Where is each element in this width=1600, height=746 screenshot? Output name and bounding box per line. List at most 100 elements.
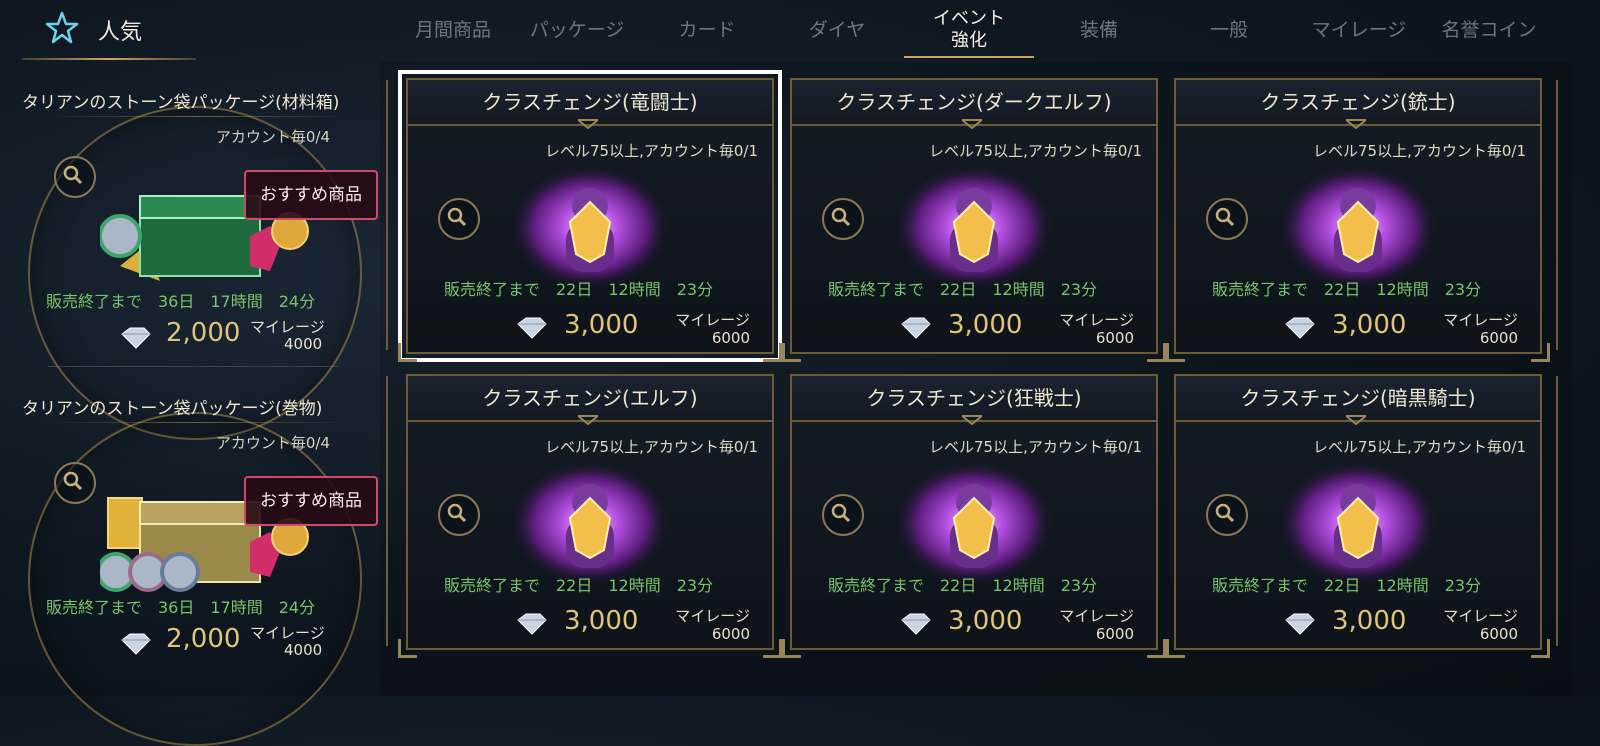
corner-ornament — [1147, 639, 1166, 658]
tab-mileage[interactable]: マイレージ — [1294, 0, 1424, 60]
card-title: クラスチェンジ(竜闘士) — [408, 80, 772, 130]
corner-ornament — [1531, 343, 1550, 362]
card-requirement: レベル75以上,アカウント毎0/1 — [1313, 438, 1526, 456]
class-emblem-icon — [892, 163, 1056, 291]
ornament-icon — [578, 119, 598, 130]
magnifier-icon — [447, 207, 467, 227]
class-emblem-icon — [1276, 163, 1440, 291]
mileage-value: 6000 — [1095, 329, 1134, 347]
diamond-icon — [901, 317, 931, 339]
product-card[interactable]: クラスチェンジ(竜闘士) レベル75以上,アカウント毎0/1 販売終了まで 22… — [398, 70, 782, 362]
card-title: クラスチェンジ(暗黒騎士) — [1176, 376, 1540, 426]
diamond-icon — [1285, 317, 1315, 339]
card-title: クラスチェンジ(銃士) — [1176, 80, 1540, 130]
product-card[interactable]: クラスチェンジ(エルフ) レベル75以上,アカウント毎0/1 販売終了まで 22… — [398, 374, 782, 658]
corner-ornament — [398, 343, 417, 362]
class-emblem-icon — [508, 163, 672, 291]
mileage-label: マイレージ — [1443, 607, 1518, 625]
magnifier-icon — [63, 471, 83, 491]
tab-monthly[interactable]: 月間商品 — [388, 0, 518, 60]
zoom-button[interactable] — [438, 198, 480, 240]
tab-honor-coin[interactable]: 名誉コイン — [1424, 0, 1554, 60]
price: 2,000 — [166, 318, 241, 348]
zoom-button[interactable] — [54, 156, 96, 198]
ornament-icon — [1346, 415, 1366, 426]
tab-package[interactable]: パッケージ — [512, 0, 642, 60]
ornament-icon — [1346, 119, 1366, 130]
price: 3,000 — [948, 310, 1023, 340]
sale-timer: 販売終了まで 36日 17時間 24分 — [46, 292, 316, 311]
card-requirement: レベル75以上,アカウント毎0/1 — [1313, 142, 1526, 160]
ornament-icon — [962, 415, 982, 426]
sale-timer: 販売終了まで 22日 12時間 23分 — [1212, 576, 1482, 595]
mileage-value: 6000 — [1479, 329, 1518, 347]
magnifier-icon — [63, 165, 83, 185]
magnifier-icon — [1215, 503, 1235, 523]
diamond-icon — [517, 613, 547, 635]
corner-ornament — [782, 343, 801, 362]
price: 3,000 — [1332, 310, 1407, 340]
card-title-text: クラスチェンジ(ダークエルフ) — [836, 90, 1112, 114]
class-emblem-icon — [1276, 459, 1440, 587]
title-divider — [48, 116, 348, 117]
mileage-label: マイレージ — [1443, 311, 1518, 329]
sale-timer: 販売終了まで 22日 12時間 23分 — [828, 280, 1098, 299]
zoom-button[interactable] — [438, 494, 480, 536]
sale-timer: 販売終了まで 22日 12時間 23分 — [444, 576, 714, 595]
corner-ornament — [398, 639, 417, 658]
card-requirement: レベル75以上,アカウント毎0/1 — [929, 142, 1142, 160]
diamond-icon — [1285, 613, 1315, 635]
zoom-button[interactable] — [822, 494, 864, 536]
mileage-label: マイレージ — [250, 318, 325, 336]
class-emblem-icon — [892, 459, 1056, 587]
popular-label: 人気 — [98, 20, 143, 45]
mileage-label: マイレージ — [675, 607, 750, 625]
price: 2,000 — [166, 624, 241, 654]
card-title: クラスチェンジ(エルフ) — [408, 376, 772, 426]
mileage-label: マイレージ — [250, 624, 325, 642]
mileage-value: 6000 — [711, 329, 750, 347]
featured-item[interactable]: タリアンのストーン袋パッケージ(巻物) アカウント毎0/4 おすすめ商品 販売終… — [18, 376, 378, 746]
product-card[interactable]: クラスチェンジ(暗黒騎士) レベル75以上,アカウント毎0/1 販売終了まで 2… — [1166, 374, 1550, 658]
mileage-value: 6000 — [1479, 625, 1518, 643]
price-row: 2,000 マイレージ 4000 — [18, 316, 370, 360]
corner-ornament — [782, 639, 801, 658]
mileage-value: 4000 — [284, 641, 323, 659]
zoom-button[interactable] — [822, 198, 864, 240]
card-requirement: レベル75以上,アカウント毎0/1 — [545, 142, 758, 160]
card-title-text: クラスチェンジ(銃士) — [1260, 90, 1456, 114]
star-icon — [45, 11, 79, 44]
featured-panel: タリアンのストーン袋パッケージ(材料箱) アカウント毎0/4 おすすめ商品 販売… — [18, 70, 378, 746]
corner-ornament — [1147, 343, 1166, 362]
card-requirement: レベル75以上,アカウント毎0/1 — [545, 438, 758, 456]
tab-diamond[interactable]: ダイヤ — [772, 0, 902, 60]
corner-ornament — [1166, 639, 1185, 658]
diamond-icon — [121, 633, 151, 655]
card-title-text: クラスチェンジ(竜闘士) — [482, 90, 698, 114]
zoom-button[interactable] — [1206, 198, 1248, 240]
tab-card[interactable]: カード — [642, 0, 772, 60]
scroll-edge — [1556, 376, 1564, 646]
sale-timer: 販売終了まで 36日 17時間 24分 — [46, 598, 316, 617]
tab-general[interactable]: 一般 — [1164, 0, 1294, 60]
product-card[interactable]: クラスチェンジ(狂戦士) レベル75以上,アカウント毎0/1 販売終了まで 22… — [782, 374, 1166, 658]
mileage-label: マイレージ — [1059, 311, 1134, 329]
popular-tab[interactable]: 人気 — [22, 0, 196, 60]
card-title: クラスチェンジ(ダークエルフ) — [792, 80, 1156, 130]
card-title-text: クラスチェンジ(狂戦士) — [866, 386, 1082, 410]
tab-event-enhance[interactable]: イベント 強化 — [904, 0, 1034, 60]
ornament-icon — [962, 119, 982, 130]
class-emblem-icon — [508, 459, 672, 587]
mileage-value: 6000 — [1095, 625, 1134, 643]
magnifier-icon — [831, 207, 851, 227]
zoom-button[interactable] — [54, 462, 96, 504]
tab-equipment[interactable]: 装備 — [1034, 0, 1164, 60]
product-card[interactable]: クラスチェンジ(銃士) レベル75以上,アカウント毎0/1 販売終了まで 22日… — [1166, 78, 1550, 362]
zoom-button[interactable] — [1206, 494, 1248, 536]
corner-ornament — [763, 639, 782, 658]
price: 3,000 — [564, 310, 639, 340]
price: 3,000 — [1332, 606, 1407, 636]
product-card[interactable]: クラスチェンジ(ダークエルフ) レベル75以上,アカウント毎0/1 販売終了まで… — [782, 78, 1166, 362]
featured-item[interactable]: タリアンのストーン袋パッケージ(材料箱) アカウント毎0/4 おすすめ商品 販売… — [18, 70, 378, 440]
magnifier-icon — [447, 503, 467, 523]
